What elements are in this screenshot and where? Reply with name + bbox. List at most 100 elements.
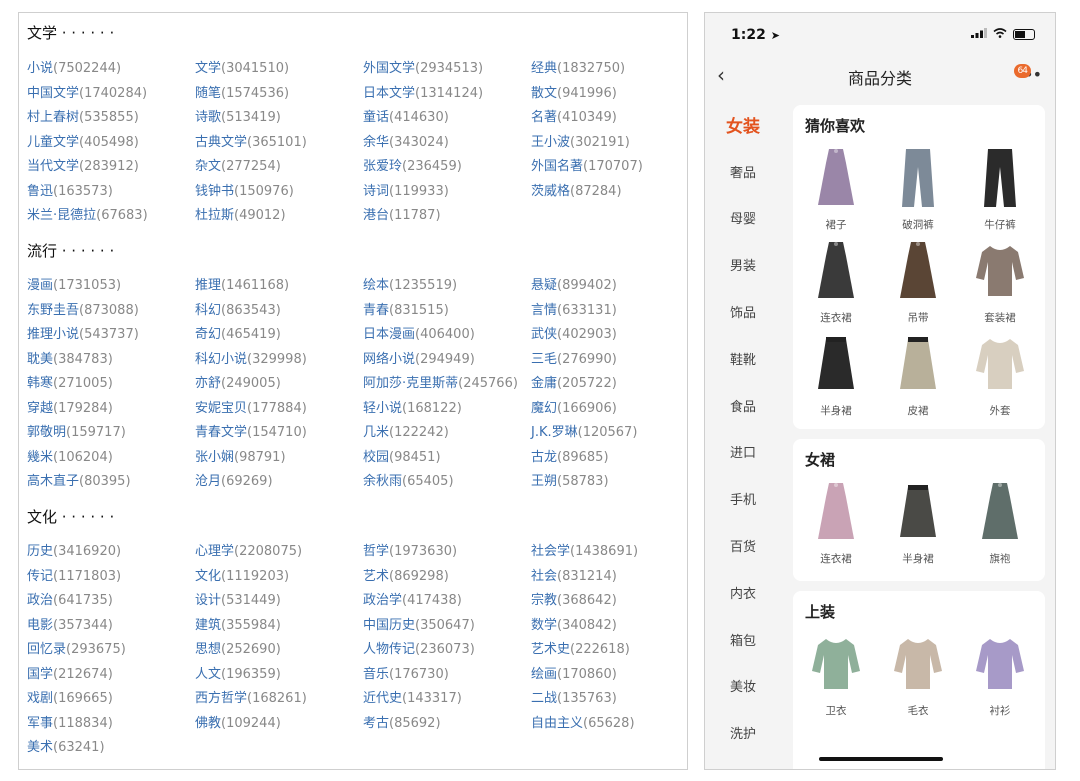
tag-link[interactable]: 儿童文学(405498) [27, 131, 195, 156]
tag-link[interactable]: 港台(11787) [363, 204, 531, 229]
category-item[interactable]: 饰品 [705, 288, 781, 335]
tag-link[interactable]: 沧月(69269) [195, 470, 363, 495]
tag-link[interactable]: 茨威格(87284) [531, 180, 681, 205]
tag-link[interactable]: 余秋雨(65405) [363, 470, 531, 495]
product-category-item[interactable]: 裙子 [801, 145, 871, 232]
tag-link[interactable]: 武侠(402903) [531, 323, 681, 348]
tag-link[interactable]: 王朔(58783) [531, 470, 681, 495]
tag-link[interactable]: 魔幻(166906) [531, 397, 681, 422]
category-item[interactable]: 母婴 [705, 195, 781, 242]
tag-link[interactable]: 奇幻(465419) [195, 323, 363, 348]
tag-link[interactable]: 散文(941996) [531, 82, 681, 107]
category-item[interactable]: 百货 [705, 522, 781, 569]
tag-link[interactable]: 韩寒(271005) [27, 372, 195, 397]
tag-link[interactable]: 耽美(384783) [27, 348, 195, 373]
tag-link[interactable]: 东野圭吾(873088) [27, 299, 195, 324]
tag-link[interactable]: 亦舒(249005) [195, 372, 363, 397]
tag-link[interactable]: 悬疑(899402) [531, 274, 681, 299]
tag-link[interactable]: 青春(831515) [363, 299, 531, 324]
tag-link[interactable]: 外国名著(170707) [531, 155, 681, 180]
category-item[interactable]: 美妆 [705, 663, 781, 710]
tag-link[interactable]: 设计(531449) [195, 589, 363, 614]
product-category-item[interactable]: 皮裙 [883, 331, 953, 418]
tag-link[interactable]: 村上春树(535855) [27, 106, 195, 131]
tag-link[interactable]: 阿加莎·克里斯蒂(245766) [363, 372, 531, 397]
tag-link[interactable]: 传记(1171803) [27, 565, 195, 590]
product-category-item[interactable]: 半身裙 [883, 479, 953, 566]
tag-link[interactable]: 随笔(1574536) [195, 82, 363, 107]
tag-link[interactable]: 文学(3041510) [195, 57, 363, 82]
tag-link[interactable]: 历史(3416920) [27, 540, 195, 565]
tag-link[interactable]: 金庸(205722) [531, 372, 681, 397]
tag-link[interactable]: J.K.罗琳(120567) [531, 421, 681, 446]
tag-link[interactable]: 艺术(869298) [363, 565, 531, 590]
category-item[interactable]: 手机 [705, 475, 781, 522]
tag-link[interactable]: 米兰·昆德拉(67683) [27, 204, 195, 229]
tag-link[interactable]: 外国文学(2934513) [363, 57, 531, 82]
tag-link[interactable]: 经典(1832750) [531, 57, 681, 82]
tag-link[interactable]: 鲁迅(163573) [27, 180, 195, 205]
tag-link[interactable]: 余华(343024) [363, 131, 531, 156]
tag-link[interactable]: 安妮宝贝(177884) [195, 397, 363, 422]
tag-link[interactable]: 童话(414630) [363, 106, 531, 131]
tag-link[interactable]: 小说(7502244) [27, 57, 195, 82]
product-category-item[interactable]: 外套 [965, 331, 1035, 418]
tag-link[interactable]: 军事(118834) [27, 712, 195, 737]
tag-link[interactable]: 音乐(176730) [363, 663, 531, 688]
tag-link[interactable]: 言情(633131) [531, 299, 681, 324]
product-category-item[interactable]: 衬衫 [965, 631, 1035, 718]
tag-link[interactable]: 诗词(119933) [363, 180, 531, 205]
product-category-item[interactable]: 牛仔裤 [965, 145, 1035, 232]
tag-link[interactable]: 文化(1119203) [195, 565, 363, 590]
product-category-item[interactable]: 旗袍 [965, 479, 1035, 566]
tag-link[interactable]: 中国历史(350647) [363, 614, 531, 639]
category-item[interactable]: 男装 [705, 241, 781, 288]
tag-link[interactable]: 绘本(1235519) [363, 274, 531, 299]
tag-link[interactable]: 社会(831214) [531, 565, 681, 590]
tag-link[interactable]: 心理学(2208075) [195, 540, 363, 565]
tag-link[interactable]: 高木直子(80395) [27, 470, 195, 495]
tag-link[interactable]: 网络小说(294949) [363, 348, 531, 373]
tag-link[interactable]: 诗歌(513419) [195, 106, 363, 131]
category-item[interactable]: 洗护 [705, 709, 781, 756]
tag-link[interactable]: 当代文学(283912) [27, 155, 195, 180]
category-item[interactable]: 鞋靴 [705, 335, 781, 382]
product-category-item[interactable]: 吊带 [883, 238, 953, 325]
tag-link[interactable]: 宗教(368642) [531, 589, 681, 614]
tag-link[interactable]: 回忆录(293675) [27, 638, 195, 663]
tag-link[interactable]: 佛教(109244) [195, 712, 363, 737]
tag-link[interactable]: 国学(212674) [27, 663, 195, 688]
tag-link[interactable]: 古典文学(365101) [195, 131, 363, 156]
tag-link[interactable]: 推理(1461168) [195, 274, 363, 299]
product-category-item[interactable]: 套装裙 [965, 238, 1035, 325]
tag-link[interactable]: 美术(63241) [27, 736, 195, 761]
product-category-item[interactable]: 连衣裙 [801, 479, 871, 566]
category-item[interactable]: 箱包 [705, 616, 781, 663]
tag-link[interactable]: 几米(122242) [363, 421, 531, 446]
tag-link[interactable]: 戏剧(169665) [27, 687, 195, 712]
tag-link[interactable]: 思想(252690) [195, 638, 363, 663]
tag-link[interactable]: 青春文学(154710) [195, 421, 363, 446]
tag-link[interactable]: 日本文学(1314124) [363, 82, 531, 107]
tag-link[interactable]: 绘画(170860) [531, 663, 681, 688]
tag-link[interactable]: 近代史(143317) [363, 687, 531, 712]
product-category-item[interactable]: 破洞裤 [883, 145, 953, 232]
more-menu-button[interactable]: ••• 64 [1013, 64, 1042, 84]
product-category-item[interactable]: 毛衣 [883, 631, 953, 718]
tag-link[interactable]: 幾米(106204) [27, 446, 195, 471]
tag-link[interactable]: 穿越(179284) [27, 397, 195, 422]
product-category-item[interactable]: 连衣裙 [801, 238, 871, 325]
product-category-item[interactable]: 半身裙 [801, 331, 871, 418]
tag-link[interactable]: 古龙(89685) [531, 446, 681, 471]
tag-link[interactable]: 社会学(1438691) [531, 540, 681, 565]
category-item[interactable]: 女装 [705, 101, 781, 148]
tag-link[interactable]: 王小波(302191) [531, 131, 681, 156]
tag-link[interactable]: 考古(85692) [363, 712, 531, 737]
tag-link[interactable]: 郭敬明(159717) [27, 421, 195, 446]
tag-link[interactable]: 人文(196359) [195, 663, 363, 688]
tag-link[interactable]: 日本漫画(406400) [363, 323, 531, 348]
tag-link[interactable]: 轻小说(168122) [363, 397, 531, 422]
tag-link[interactable]: 艺术史(222618) [531, 638, 681, 663]
tag-link[interactable]: 杜拉斯(49012) [195, 204, 363, 229]
category-item[interactable]: 进口 [705, 429, 781, 476]
